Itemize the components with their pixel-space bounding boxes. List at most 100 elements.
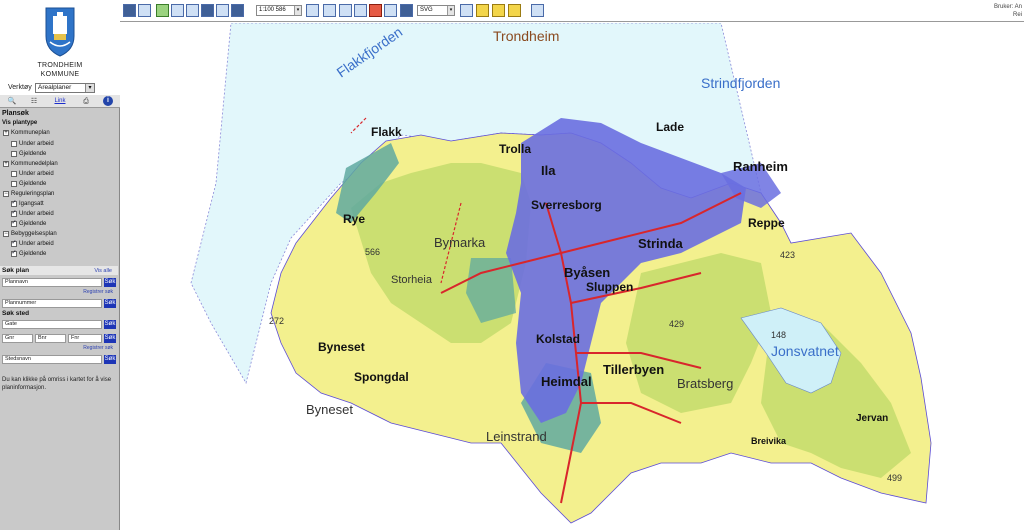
tab-link[interactable]: Link [50,96,70,107]
label-kommunedelplan-under-arbeid: Under arbeid [19,171,54,177]
label-reguleringsplan-under-arbeid: Under arbeid [19,211,54,217]
sok-stedsnavn-button[interactable]: Søk [104,355,116,364]
export-icon[interactable] [339,4,352,17]
print-map-icon[interactable] [323,4,336,17]
lock-icon[interactable] [476,4,489,17]
place-trolla: Trolla [499,142,531,156]
tab-search[interactable]: 🔍 [2,96,22,107]
height-148: 148 [771,330,786,340]
place-kolstad: Kolstad [536,332,580,346]
expand-kommuneplan-icon[interactable]: + [3,130,9,136]
chevron-down-icon[interactable]: ▾ [447,6,454,15]
tool-row: Verktøy Arealplaner ▾ [0,82,120,95]
tool-label: Verktøy [8,84,32,91]
water-label-strindfjorden: Strindfjorden [701,75,780,91]
tab-layers[interactable]: ☷ [24,96,44,107]
height-429: 429 [669,319,684,329]
checkbox-kommunedelplan-under-arbeid[interactable] [11,171,17,177]
stedsnavn-field[interactable]: Stedsnavn [2,355,102,364]
zoom-in-icon[interactable] [123,4,136,17]
zoom-window-icon[interactable] [186,4,199,17]
plansok-panel: Plansøk Vis plantype + Kommuneplan Under… [0,108,118,530]
height-566: 566 [365,247,380,257]
checkbox-bebyggelsesplan-under-arbeid[interactable] [11,239,17,247]
height-423: 423 [780,250,795,260]
registrer-sok-sted-link[interactable]: Registrer søk [83,345,113,351]
help-icon[interactable] [400,4,413,17]
place-byneset: Byneset [318,340,365,354]
zoom-out-icon[interactable] [138,4,151,17]
save-icon[interactable] [354,4,367,17]
globe-icon[interactable] [460,4,473,17]
layers-icon: ☷ [30,98,38,105]
info-icon[interactable]: i [103,96,113,106]
place-jervan: Jervan [856,413,888,424]
checkbox-reguleringsplan-under-arbeid[interactable] [11,209,17,217]
water-label-trondheim: Trondheim [493,28,559,44]
place-reppe: Reppe [748,216,785,230]
area-bratsberg: Bratsberg [677,376,733,391]
map-svg[interactable]: Flakkfjorden Trondheim Strindfjorden Jon… [121,23,1024,530]
checkbox-kommuneplan-under-arbeid[interactable] [11,141,17,147]
vis-alle-link[interactable]: Vis alle [94,268,112,274]
sok-plannavn-button[interactable]: Søk [104,278,116,287]
sok-gnr-button[interactable]: Søk [104,334,116,343]
area-leinstrand: Leinstrand [486,429,547,444]
plannavn-field[interactable]: Plannavn [2,278,102,287]
scale-select[interactable]: 1:100 586 ▾ [256,5,302,16]
place-spongdal: Spongdal [354,370,409,384]
group-kommuneplan: Kommuneplan [11,130,50,136]
checkbox-kommuneplan-gjeldende[interactable] [11,151,17,157]
measure-icon[interactable] [201,4,214,17]
format-value: SVG [420,7,433,13]
sok-plan-header: Søk plan Vis alle [0,266,118,275]
format-select[interactable]: SVG ▾ [417,5,455,16]
user-name: Bruker: An [993,4,1022,10]
expand-reguleringsplan-icon[interactable]: − [3,191,9,197]
refresh-icon[interactable] [216,4,229,17]
place-heimdal: Heimdal [541,374,592,389]
gallery-icon[interactable] [531,4,544,17]
registrer-sok-link[interactable]: Registrer søk [83,289,113,295]
vis-plantype-label: Vis plantype [2,120,38,126]
trondheim-crest-logo [45,7,75,57]
place-ranheim: Ranheim [733,159,788,174]
expand-kommunedelplan-icon[interactable]: + [3,161,9,167]
gnr-field[interactable]: Gnr [2,334,33,343]
email-icon[interactable] [384,4,397,17]
logo-area: TRONDHEIM KOMMUNE [0,0,120,82]
checkbox-kommunedelplan-gjeldende[interactable] [11,181,17,187]
area-storheia: Storheia [391,274,433,286]
expand-bebyggelsesplan-icon[interactable]: − [3,231,9,237]
fnr-field[interactable]: Fnr [68,334,102,343]
tab-print[interactable]: ⎙ [76,96,96,107]
group-kommunedelplan: Kommunedelplan [11,161,58,167]
map-update-icon[interactable] [306,4,319,17]
chevron-down-icon[interactable]: ▾ [294,6,301,15]
pan-icon[interactable] [156,4,169,17]
map-canvas[interactable]: Flakkfjorden Trondheim Strindfjorden Jon… [121,23,1024,530]
report-icon[interactable] [369,4,382,17]
user-info: Bruker: An Rei [994,3,1022,19]
bnr-field[interactable]: Bnr [35,334,66,343]
hint-text: Du kan klikke på omriss i kartet for å v… [2,377,112,391]
place-ila: Ila [541,163,556,178]
sok-plannummer-button[interactable]: Søk [104,299,116,308]
checkbox-bebyggelsesplan-gjeldende[interactable] [11,249,17,257]
checkbox-reguleringsplan-gjeldende[interactable] [11,219,17,227]
label-kommuneplan-gjeldende: Gjeldende [19,151,47,157]
scale-value: 1:100 586 [259,7,286,13]
checkbox-reguleringsplan-igangsatt[interactable] [11,199,17,207]
place-tillerbyen: Tillerbyen [603,362,664,377]
area-byneset: Byneset [306,402,353,417]
sok-gate-button[interactable]: Søk [104,320,116,329]
gate-field[interactable]: Gate [2,320,102,329]
zoom-extent-icon[interactable] [171,4,184,17]
plannummer-field[interactable]: Plannummer [2,299,102,308]
bookmark-icon[interactable] [492,4,505,17]
tool-select[interactable]: Arealplaner ▾ [35,83,95,93]
municipality-name-line1: TRONDHEIM [37,62,83,69]
chevron-down-icon[interactable]: ▾ [85,84,94,92]
back-icon[interactable] [231,4,244,17]
bookmarks-icon[interactable] [508,4,521,17]
